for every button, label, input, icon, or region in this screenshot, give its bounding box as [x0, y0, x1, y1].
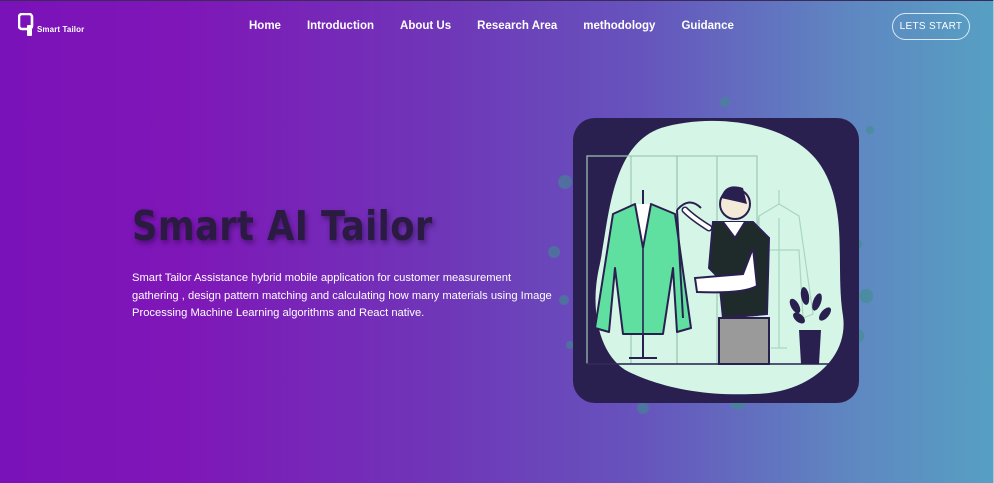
nav-introduction[interactable]: Introduction: [307, 20, 374, 32]
hero-title: Smart AI Tailor: [132, 202, 433, 250]
lets-start-button[interactable]: LETS START: [892, 13, 970, 40]
top-border: [0, 0, 994, 1]
nav-methodology[interactable]: methodology: [583, 20, 655, 32]
nav-home[interactable]: Home: [249, 20, 281, 32]
q-logo-icon: [17, 12, 34, 37]
nav-about-us[interactable]: About Us: [400, 20, 451, 32]
nav-research-area[interactable]: Research Area: [477, 20, 557, 32]
nav-guidance[interactable]: Guidance: [681, 20, 733, 32]
tailor-illustration: [573, 118, 859, 403]
hero-description: Smart Tailor Assistance hybrid mobile ap…: [132, 272, 552, 319]
brand-name: Smart Tailor: [37, 25, 85, 34]
brand-logo[interactable]: Smart Tailor: [17, 12, 85, 37]
main-nav: Home Introduction About Us Research Area…: [249, 20, 734, 32]
